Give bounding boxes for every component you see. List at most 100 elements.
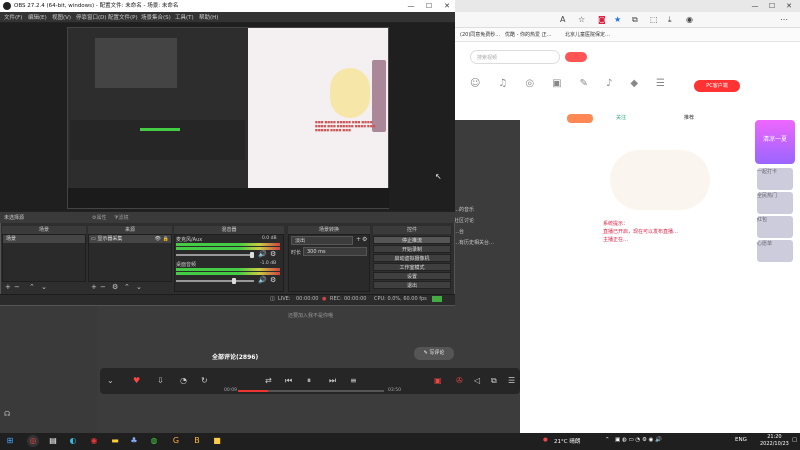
orange-pill[interactable] (567, 114, 593, 123)
app-icon-g[interactable]: G (170, 435, 182, 447)
teams-icon[interactable]: ♣ (128, 435, 140, 447)
mic-slider-knob[interactable] (250, 252, 254, 258)
volume-icon[interactable]: ◁ (474, 376, 480, 385)
comment-icon[interactable]: ◔ (180, 376, 187, 385)
scene-item[interactable]: 场景 (3, 235, 85, 243)
download-icon[interactable]: ⤓ (668, 15, 672, 25)
transition-select[interactable]: 淡出 (291, 236, 353, 245)
previous-icon[interactable]: ⏮ (285, 376, 292, 386)
desktop-volume-slider[interactable] (176, 280, 254, 282)
bilibili-icon[interactable]: ◙ (598, 15, 606, 24)
app-icon-b[interactable]: B (191, 435, 203, 447)
favorite-link-1[interactable]: (20)同意免费秒… (460, 31, 500, 38)
edge-icon[interactable]: ◐ (67, 435, 79, 447)
mid-line-4[interactable]: …有历史相关台… (454, 238, 494, 249)
mic-volume-slider[interactable] (176, 254, 254, 256)
tray-app-icon[interactable]: ● (543, 437, 548, 443)
headphone-icon[interactable]: ☊ (4, 410, 10, 418)
menu-profile[interactable]: 配置文件(P) (108, 13, 138, 21)
task-view-icon[interactable]: ▤ (47, 435, 59, 447)
search-box[interactable]: 搜索视频 (470, 50, 560, 64)
star-icon[interactable]: ☆ (578, 15, 585, 24)
search-button[interactable] (565, 52, 587, 62)
remove-scene-button[interactable]: − (14, 283, 20, 291)
profile-icon[interactable]: ◉ (686, 15, 693, 24)
add-scene-button[interactable]: + (5, 283, 11, 291)
studio-mode-button[interactable]: 工作室模式 (373, 263, 451, 271)
eye-icon[interactable]: 👁 (155, 235, 161, 243)
shuffle-icon[interactable]: ⇄ (265, 376, 272, 385)
download-song-icon[interactable]: ⇩ (157, 376, 164, 385)
source-up-button[interactable]: ⌃ (124, 283, 130, 291)
scene-down-button[interactable]: ⌄ (41, 283, 47, 291)
maximize-button[interactable]: ☐ (765, 0, 779, 12)
lyrics-icon[interactable]: ≡ (350, 376, 357, 385)
share-screen-icon[interactable]: ⧉ (491, 376, 497, 386)
transition-settings-icon[interactable]: ⚙ (362, 236, 367, 243)
app-icon-yellow[interactable]: ■ (211, 435, 223, 447)
desktop-settings-gear-icon[interactable]: ⚙ (270, 276, 276, 284)
mode-icon[interactable]: ▣ (434, 376, 442, 385)
clock[interactable]: 21:20 2022/10/23 (760, 434, 789, 448)
minimize-button[interactable]: — (748, 0, 762, 12)
tray-chevron-icon[interactable]: ⌃ (605, 437, 610, 443)
add-source-button[interactable]: + (91, 283, 97, 291)
desktop-speaker-icon[interactable]: 🔊 (258, 276, 267, 284)
favorite-link-2[interactable]: 优酷 - 你的热爱 正… (505, 31, 552, 38)
menu-help[interactable]: 帮助(H) (199, 13, 218, 21)
exit-button[interactable]: 退出 (373, 281, 451, 289)
desktop-slider-knob[interactable] (232, 278, 236, 284)
start-recording-button[interactable]: 开始录制 (373, 245, 451, 253)
side-card-2[interactable]: 全民热门 (757, 192, 793, 214)
tray-icons[interactable]: ▣ ◍ ▭ ◔ ⚙ ◉ 🔊 (615, 437, 662, 443)
menu-file[interactable]: 文件(F) (4, 13, 22, 21)
menu-view[interactable]: 视图(V) (52, 13, 71, 21)
menu-docks[interactable]: 停靠窗口(D) (76, 13, 107, 21)
mid-line-3[interactable]: …台 (454, 227, 494, 238)
close-button[interactable]: ✕ (782, 0, 796, 12)
extension-icon[interactable]: ⬚ (650, 15, 658, 24)
speaker-icon[interactable]: 🔊 (258, 250, 267, 258)
mic-settings-gear-icon[interactable]: ⚙ (270, 250, 276, 258)
settings-button[interactable]: 设置 (373, 272, 451, 280)
playlist-icon[interactable]: ☰ (508, 376, 515, 385)
pc-client-button[interactable]: PC客户端 (694, 80, 740, 92)
obs-minimize-button[interactable]: — (404, 0, 418, 12)
weather-text[interactable]: 21°C 晴朗 (554, 437, 580, 445)
notification-icon[interactable]: ▢ (792, 437, 797, 443)
favorites-icon[interactable]: ★ (614, 15, 621, 24)
add-transition-icon[interactable]: + (356, 236, 361, 243)
source-settings-button[interactable]: ⚙ (112, 283, 118, 291)
virtual-camera-button[interactable]: 启动虚拟摄像机 (373, 254, 451, 262)
windows-start-icon[interactable]: ⊞ (4, 435, 16, 447)
duration-input[interactable]: 300 ms (303, 247, 367, 256)
side-card-4[interactable]: 心愿单 (757, 240, 793, 262)
obs-maximize-button[interactable]: ☐ (422, 0, 436, 12)
scene-up-button[interactable]: ⌃ (29, 283, 35, 291)
side-card-1[interactable]: 一起打卡 (757, 168, 793, 190)
write-comment-button[interactable]: ✎ 写评论 (414, 347, 454, 360)
source-item[interactable]: ▭ 显示器采集 👁 🔒 (89, 235, 171, 243)
heart-icon[interactable]: ♥ (133, 376, 140, 385)
next-icon[interactable]: ⏭ (329, 376, 336, 386)
filters-button[interactable]: ⧩滤镜 (114, 214, 128, 221)
lock-icon[interactable]: 🔒 (163, 235, 169, 243)
wechat-icon[interactable]: ◍ (148, 435, 160, 447)
side-card-3[interactable]: 红包 (757, 216, 793, 238)
remove-source-button[interactable]: − (100, 283, 106, 291)
taskbar-search-icon[interactable]: ◎ (27, 435, 39, 447)
collections-icon[interactable]: ⧉ (632, 15, 638, 25)
event-sticker[interactable]: 清凉一夏 (755, 120, 795, 164)
source-down-button[interactable]: ⌄ (136, 283, 142, 291)
favorite-link-3[interactable]: 北京儿童医院保定… (565, 31, 610, 38)
reader-icon[interactable]: A (560, 15, 565, 24)
menu-edit[interactable]: 编辑(E) (28, 13, 47, 21)
more-icon[interactable]: ⋯ (780, 15, 788, 24)
stop-streaming-button[interactable]: 停止推流 (373, 236, 451, 244)
netease-music-icon[interactable]: ◉ (88, 435, 100, 447)
share-icon[interactable]: ↻ (201, 376, 208, 385)
site-nav-icons[interactable]: ☺♫◎▣✎♪◆☰ (470, 78, 730, 98)
mid-line-2[interactable]: 社区讨论 (454, 216, 494, 227)
chevron-down-icon[interactable]: ⌄ (107, 376, 114, 385)
language-indicator[interactable]: ENG (735, 437, 747, 443)
